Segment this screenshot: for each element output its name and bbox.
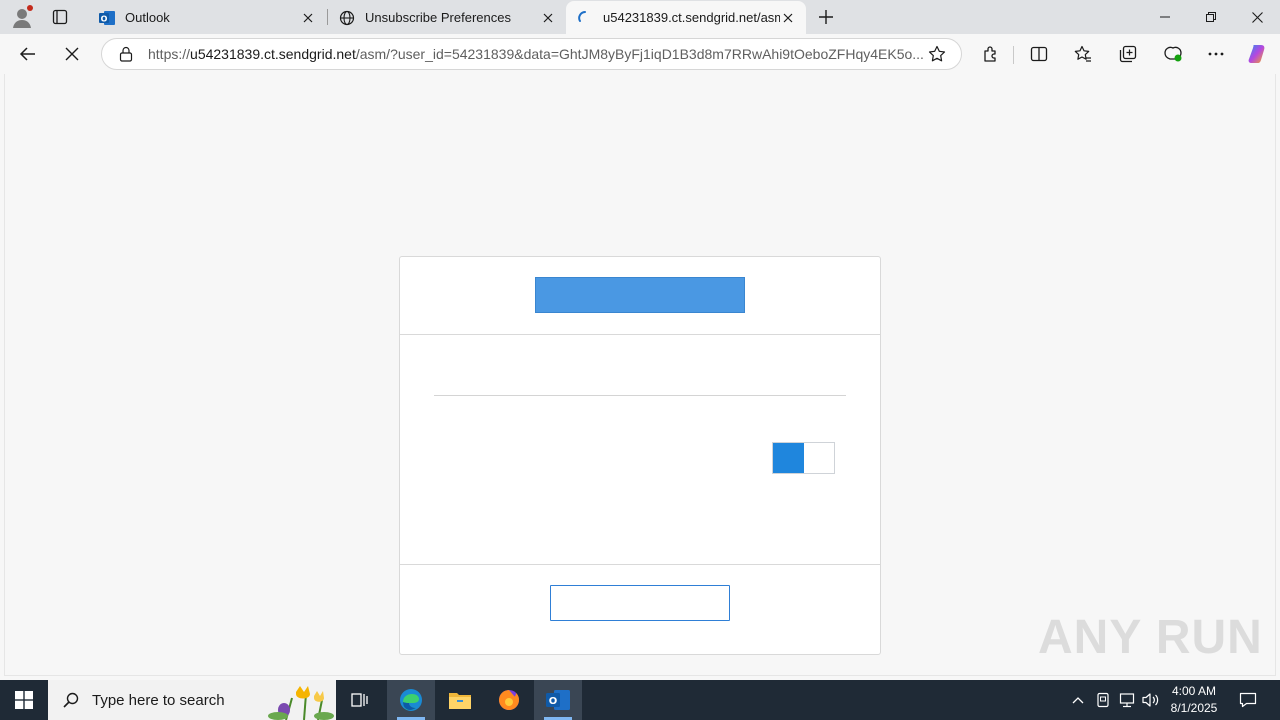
search-icon [62, 691, 80, 709]
back-arrow-icon[interactable] [14, 40, 42, 68]
browser-toolbar: https://u54231839.ct.sendgrid.net/asm/?u… [0, 34, 1280, 74]
url-prefix: https:// [148, 46, 191, 62]
split-screen-icon[interactable] [1025, 40, 1053, 68]
task-view-icon[interactable] [336, 680, 384, 720]
url-domain: u54231839.ct.sendgrid.net [190, 46, 356, 62]
extensions-puzzle-icon[interactable] [977, 40, 1005, 68]
show-hidden-icons-chevron-up-icon[interactable] [1068, 680, 1088, 720]
svg-text:O: O [549, 696, 558, 707]
network-icon[interactable] [1116, 680, 1138, 720]
search-placeholder: Type here to search [92, 691, 225, 709]
svg-text:O: O [101, 14, 108, 23]
globe-icon [338, 9, 356, 27]
browser-essentials-icon[interactable] [1159, 40, 1187, 68]
new-tab-plus-icon[interactable] [814, 5, 838, 29]
subscription-toggle[interactable] [772, 442, 835, 474]
lock-icon[interactable] [118, 46, 134, 62]
close-icon[interactable] [300, 10, 316, 26]
notifications-icon[interactable] [1234, 680, 1262, 720]
watermark-text: ANY RUN [1038, 611, 1263, 664]
edge-browser-icon[interactable] [387, 680, 435, 720]
favorite-star-icon[interactable] [925, 42, 949, 66]
close-window-icon[interactable] [1234, 0, 1280, 34]
restore-icon[interactable] [1188, 0, 1234, 34]
divider [434, 395, 846, 396]
more-options-icon[interactable] [1202, 40, 1230, 68]
close-icon[interactable] [540, 10, 556, 26]
windows-taskbar: Type here to search O 4:00 AM 8/1/2025 [0, 680, 1280, 720]
save-preferences-button[interactable] [550, 585, 730, 621]
device-icon[interactable] [1092, 680, 1114, 720]
close-icon[interactable] [780, 10, 796, 26]
url-text[interactable]: https://u54231839.ct.sendgrid.net/asm/?u… [148, 46, 925, 62]
tab-title: u54231839.ct.sendgrid.net/asm/? [603, 10, 780, 25]
title-bar: O Outlook Unsubscribe Preferences u54231… [0, 0, 1280, 34]
tab-actions-icon[interactable] [48, 6, 72, 28]
stop-loading-icon[interactable] [58, 40, 86, 68]
minimize-icon[interactable] [1142, 0, 1188, 34]
card-body [400, 335, 880, 565]
tab-title: Outlook [125, 10, 170, 25]
toolbar-separator [1013, 46, 1014, 64]
profile-avatar-icon[interactable] [10, 5, 34, 29]
file-explorer-icon[interactable] [436, 680, 484, 720]
outlook-taskbar-icon[interactable]: O [534, 680, 582, 720]
tab-sendgrid-active[interactable]: u54231839.ct.sendgrid.net/asm/? [566, 1, 806, 34]
header-logo-placeholder [535, 277, 745, 313]
collections-icon[interactable] [1114, 40, 1142, 68]
address-bar[interactable]: https://u54231839.ct.sendgrid.net/asm/?u… [101, 38, 962, 70]
favorites-icon[interactable] [1069, 40, 1097, 68]
copilot-icon[interactable] [1244, 40, 1272, 68]
search-highlight-flowers-icon [266, 680, 336, 720]
firefox-icon[interactable] [485, 680, 533, 720]
outlook-icon: O [98, 9, 116, 27]
loading-icon [576, 9, 594, 27]
system-clock[interactable]: 4:00 AM 8/1/2025 [1162, 683, 1226, 717]
tab-outlook[interactable]: O Outlook [88, 1, 326, 34]
taskbar-search-box[interactable]: Type here to search [48, 680, 336, 720]
windows-start-icon[interactable] [0, 680, 48, 720]
url-path: /asm/?user_id=54231839&data=GhtJM8yByFj1… [355, 46, 924, 62]
card-header [400, 257, 880, 335]
preferences-card [399, 256, 881, 655]
toggle-knob [773, 443, 804, 473]
clock-date: 8/1/2025 [1170, 701, 1218, 715]
card-footer [400, 565, 880, 654]
clock-time: 4:00 AM [1171, 684, 1217, 698]
tab-unsubscribe-preferences[interactable]: Unsubscribe Preferences [328, 1, 566, 34]
volume-icon[interactable] [1140, 680, 1162, 720]
tab-title: Unsubscribe Preferences [365, 10, 511, 25]
